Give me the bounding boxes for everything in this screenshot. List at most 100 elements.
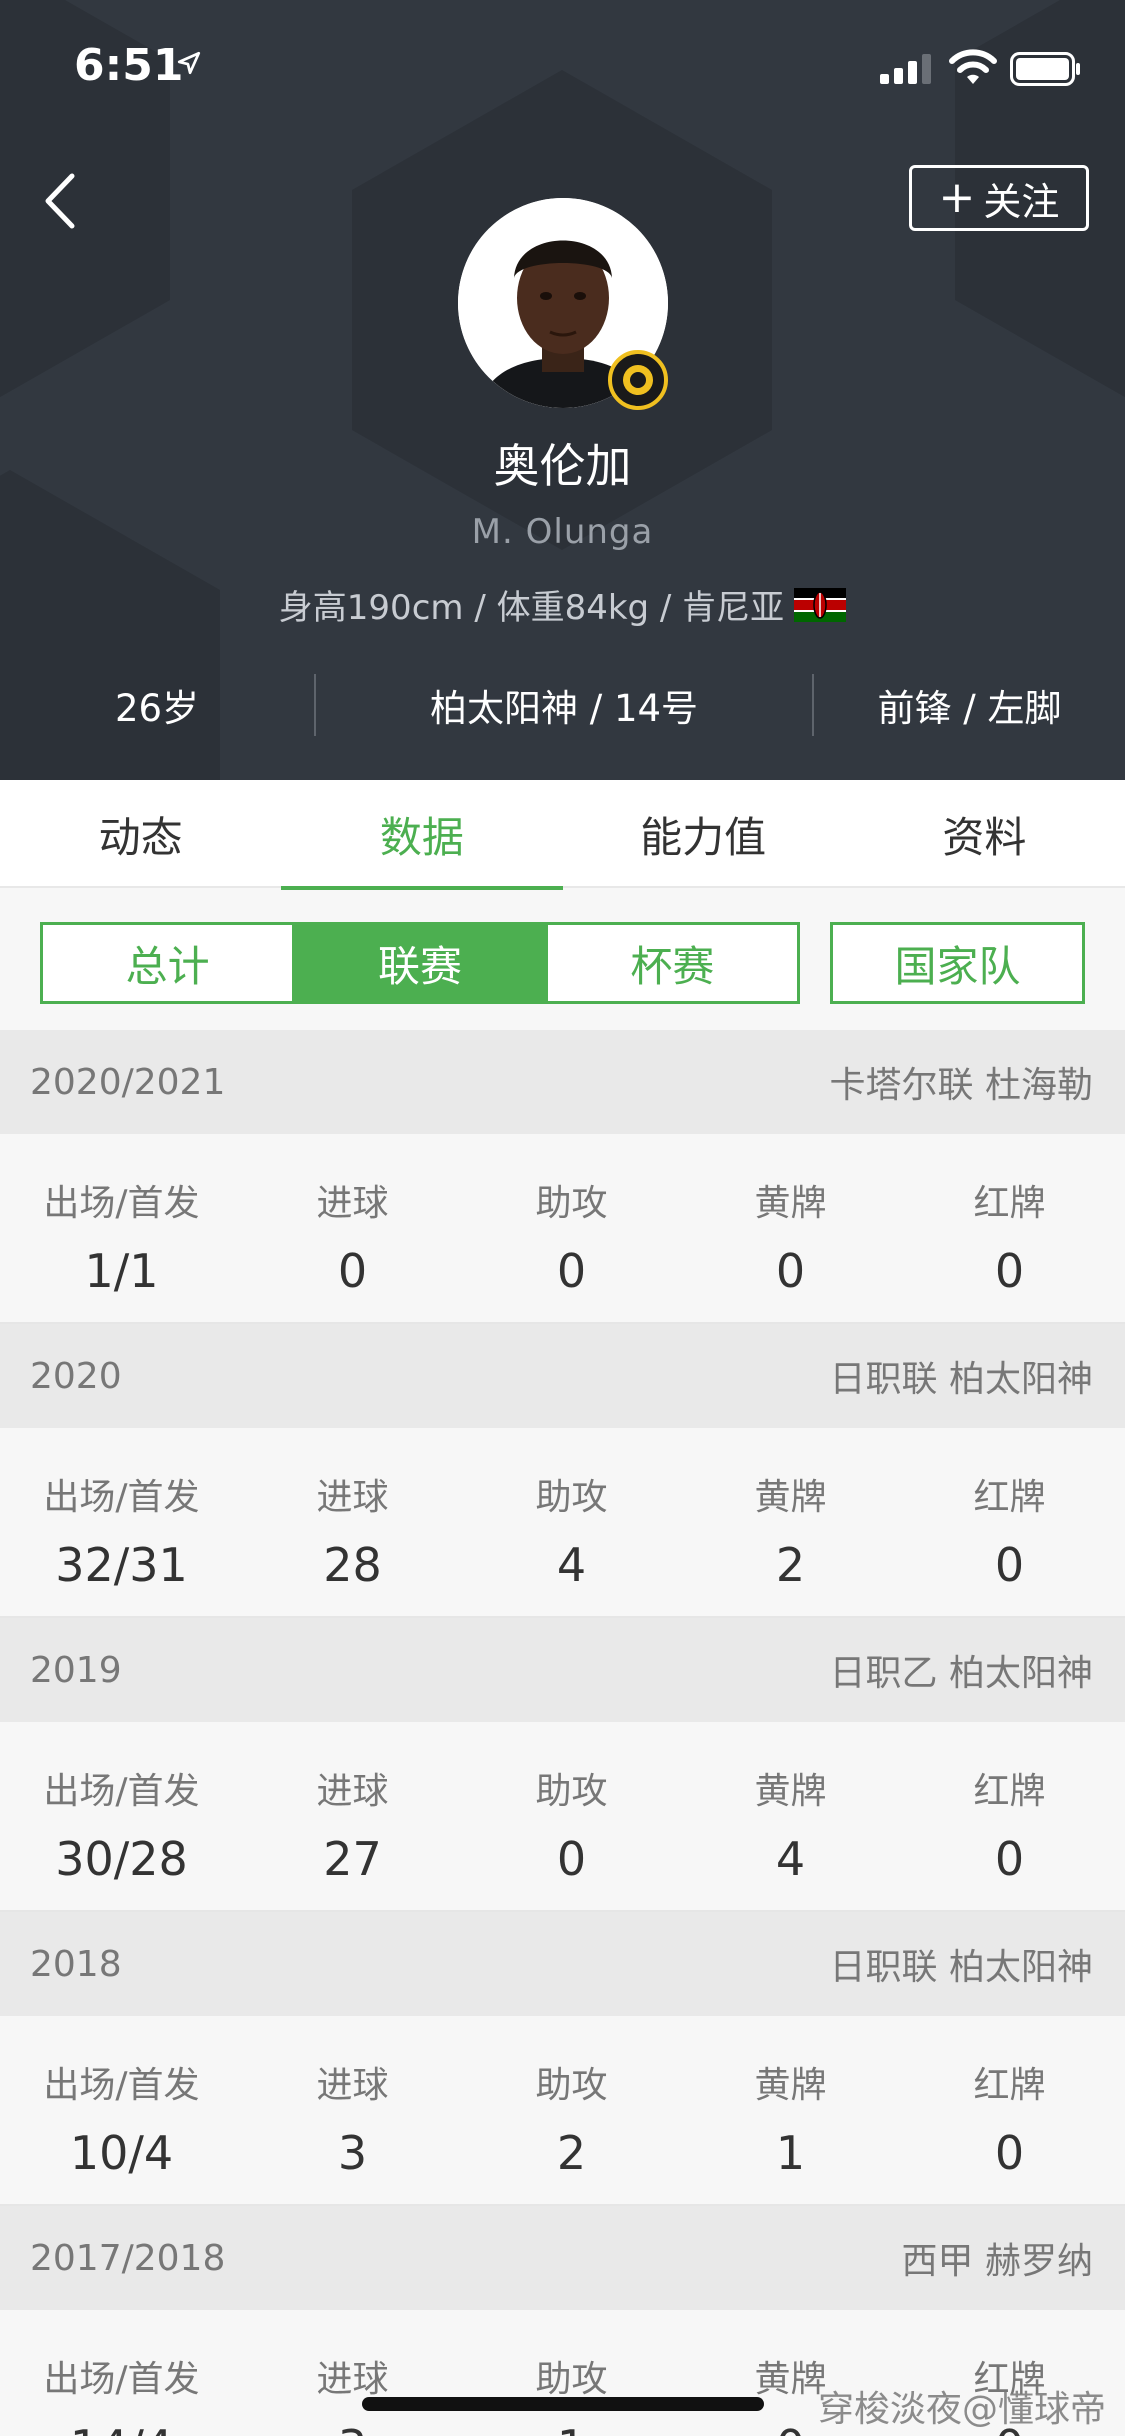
season-year: 2019 <box>30 1649 122 1691</box>
season-stats-list: 2020/2021 卡塔尔联 杜海勒 出场/首发 1/1 进球 0 助攻 0 黄牌 0 … <box>0 1030 1125 2436</box>
season-header: 2020 日职联 柏太阳神 <box>0 1324 1125 1428</box>
stat-goals: 进球 27 <box>243 1722 462 1910</box>
player-header: 6:51 + 关注 奥伦加 M. Olunga 身高190cm / 体重84kg… <box>0 0 1125 780</box>
player-position-foot: 前锋 / 左脚 <box>877 687 1062 730</box>
stat-assists: 助攻 1 <box>462 2310 681 2436</box>
stat-value: 0 <box>994 2126 1025 2180</box>
stat-yellow-cards: 黄牌 4 <box>681 1722 900 1910</box>
stat-value: 1 <box>557 2420 586 2436</box>
tab-profile[interactable]: 资料 <box>844 780 1125 888</box>
stat-assists: 助攻 0 <box>462 1134 681 1322</box>
tab-data[interactable]: 数据 <box>281 780 563 890</box>
stat-label: 进球 <box>316 1477 389 1518</box>
stat-appearances: 出场/首发 30/28 <box>0 1722 243 1910</box>
stat-yellow-cards: 黄牌 0 <box>681 1134 900 1322</box>
season-league: 日职联 柏太阳神 <box>829 1947 1093 1988</box>
segment-national-team[interactable]: 国家队 <box>830 922 1085 1004</box>
stat-value: 28 <box>323 1538 382 1592</box>
stat-red-cards: 红牌 0 <box>900 1722 1119 1910</box>
segment-cup[interactable]: 杯赛 <box>544 925 797 1001</box>
stat-appearances: 出场/首发 32/31 <box>0 1428 243 1616</box>
plus-icon: + <box>938 172 976 223</box>
season-stats-row: 出场/首发 10/4 进球 3 助攻 2 黄牌 1 红牌 0 <box>0 2016 1125 2206</box>
stat-label: 红牌 <box>973 2065 1046 2106</box>
stat-value: 2 <box>775 1538 806 1592</box>
stat-label: 助攻 <box>535 2065 608 2106</box>
season-header: 2019 日职乙 柏太阳神 <box>0 1618 1125 1722</box>
follow-button[interactable]: + 关注 <box>909 165 1089 231</box>
stat-value: 4 <box>556 1538 587 1592</box>
stat-label: 出场/首发 <box>43 1771 200 1812</box>
competition-segment-group: 总计 联赛 杯赛 <box>40 922 800 1004</box>
back-button[interactable] <box>38 168 88 234</box>
stat-value: 27 <box>323 1832 382 1886</box>
tab-ability[interactable]: 能力值 <box>563 780 844 888</box>
player-info-row: 26岁 柏太阳神 / 14号 前锋 / 左脚 <box>0 665 1125 745</box>
stat-value: 1/1 <box>84 1244 159 1298</box>
profile-tabs: 动态 数据 能力值 资料 <box>0 780 1125 890</box>
cellular-signal-icon <box>880 54 931 84</box>
home-indicator[interactable] <box>362 2397 764 2411</box>
stat-appearances: 出场/首发 14/4 <box>0 2310 243 2436</box>
kenya-flag-icon <box>794 587 847 622</box>
stat-label: 助攻 <box>535 1183 608 1224</box>
stat-appearances: 出场/首发 10/4 <box>0 2016 243 2204</box>
stat-value: 10/4 <box>69 2126 174 2180</box>
stat-label: 助攻 <box>535 1477 608 1518</box>
stat-label: 出场/首发 <box>43 1183 200 1224</box>
stat-value: 30/28 <box>55 1832 188 1886</box>
stat-goals: 进球 3 <box>243 2016 462 2204</box>
season-header: 2018 日职联 柏太阳神 <box>0 1912 1125 2016</box>
stat-label: 黄牌 <box>754 1477 827 1518</box>
season-year: 2020 <box>30 1355 122 1397</box>
status-time: 6:51 <box>74 40 184 91</box>
stat-yellow-cards: 黄牌 2 <box>681 1428 900 1616</box>
stat-value: 3 <box>337 2126 368 2180</box>
club-badge-icon <box>608 350 668 410</box>
season-stats-row: 出场/首发 1/1 进球 0 助攻 0 黄牌 0 红牌 0 <box>0 1134 1125 1324</box>
stat-value: 0 <box>994 1244 1025 1298</box>
stat-value: 0 <box>994 1538 1025 1592</box>
status-bar: 6:51 <box>0 0 1125 135</box>
body-info-text: 身高190cm / 体重84kg / 肯尼亚 <box>278 588 785 628</box>
player-english-name: M. Olunga <box>471 512 654 552</box>
stat-value: 0 <box>994 1832 1025 1886</box>
stat-label: 黄牌 <box>754 1771 827 1812</box>
stat-label: 出场/首发 <box>43 1477 200 1518</box>
follow-label: 关注 <box>983 179 1060 224</box>
player-body-info: 身高190cm / 体重84kg / 肯尼亚 <box>0 580 1125 629</box>
stat-red-cards: 红牌 0 <box>900 2016 1119 2204</box>
stat-label: 出场/首发 <box>43 2359 200 2400</box>
stat-value: 3 <box>338 2420 367 2436</box>
segment-league[interactable]: 联赛 <box>292 925 545 1001</box>
season-year: 2017/2018 <box>30 2237 226 2279</box>
tab-news[interactable]: 动态 <box>0 780 281 888</box>
stat-assists: 助攻 0 <box>462 1722 681 1910</box>
season-league: 西甲 赫罗纳 <box>901 2241 1093 2282</box>
segment-total[interactable]: 总计 <box>43 925 293 1001</box>
stat-label: 红牌 <box>973 1183 1046 1224</box>
stat-value: 32/31 <box>55 1538 188 1592</box>
season-league: 日职乙 柏太阳神 <box>829 1653 1093 1694</box>
stat-label: 助攻 <box>535 1771 608 1812</box>
stat-value: 4 <box>775 1832 806 1886</box>
stat-label: 黄牌 <box>754 2065 827 2106</box>
player-age: 26岁 <box>114 687 200 730</box>
season-league: 日职联 柏太阳神 <box>829 1359 1093 1400</box>
stat-value: 0 <box>775 1244 806 1298</box>
stat-label: 进球 <box>316 2359 389 2400</box>
watermark: 穿梭淡夜@懂球帝 <box>818 2389 1107 2430</box>
player-name: 奥伦加 <box>493 439 632 493</box>
season-year: 2020/2021 <box>30 1061 226 1103</box>
stat-assists: 助攻 4 <box>462 1428 681 1616</box>
stat-red-cards: 红牌 0 <box>900 1134 1119 1322</box>
stat-label: 进球 <box>316 2065 389 2106</box>
stat-label: 进球 <box>316 1183 389 1224</box>
stat-value: 2 <box>556 2126 587 2180</box>
stat-label: 红牌 <box>973 1477 1046 1518</box>
season-header: 2020/2021 卡塔尔联 杜海勒 <box>0 1030 1125 1134</box>
stat-label: 进球 <box>316 1771 389 1812</box>
season-year: 2018 <box>30 1943 122 1985</box>
season-league: 卡塔尔联 杜海勒 <box>829 1065 1093 1106</box>
stat-value: 0 <box>556 1832 587 1886</box>
